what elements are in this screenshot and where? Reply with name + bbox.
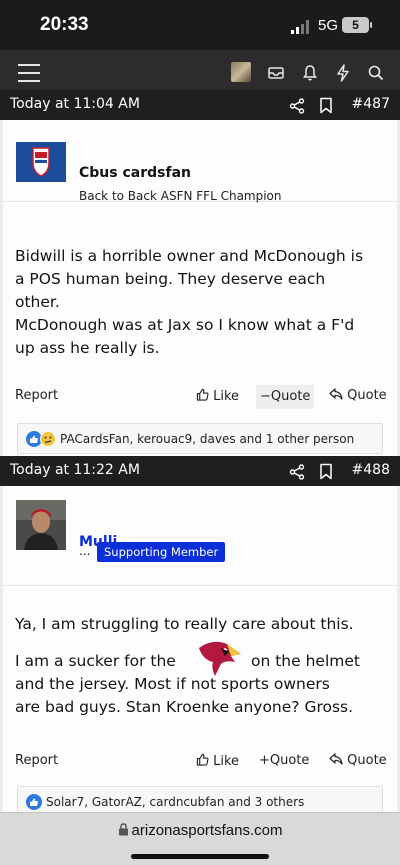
like-reaction-icon: [26, 794, 42, 810]
plus-icon: +: [259, 753, 270, 768]
post-number[interactable]: #488: [352, 462, 390, 478]
post-actions: Report Like −Quote Quote: [3, 385, 397, 409]
post-487: Today at 11:04 AM #487 Cbus cardsfan Bac…: [0, 90, 400, 461]
post-actions: Report Like +Quote Quote: [3, 750, 397, 774]
status-time: 20:33: [40, 14, 89, 35]
user-avatar[interactable]: [16, 500, 66, 550]
quote-label: Quote: [269, 753, 310, 768]
post-date[interactable]: Today at 11:22 AM: [10, 462, 140, 478]
user-info: Mulli ... Supporting Member: [3, 486, 397, 586]
bookmark-icon[interactable]: [319, 463, 333, 480]
network-type: 5G: [318, 17, 339, 34]
thumbs-up-icon: [196, 753, 209, 766]
post-number[interactable]: #487: [352, 96, 390, 112]
post-message: Ya, I am struggling to really care about…: [15, 613, 391, 719]
user-avatar[interactable]: [16, 138, 66, 188]
url-display[interactable]: arizonasportsfans.com: [0, 822, 400, 839]
username[interactable]: Cbus cardsfan: [79, 165, 191, 181]
like-label: Like: [213, 389, 240, 404]
like-button[interactable]: Like: [196, 388, 239, 404]
message-line: Bidwill is a horrible owner and McDonoug…: [15, 247, 364, 265]
thumbs-up-icon: [196, 388, 209, 401]
quote-label: Quote: [270, 389, 311, 404]
message-line: other.: [15, 293, 60, 311]
like-button[interactable]: Like: [196, 753, 239, 769]
message-line: I am a sucker for the: [15, 652, 176, 670]
reply-icon: [329, 753, 343, 765]
battery-icon: 5: [342, 17, 372, 33]
supporting-member-badge: Supporting Member: [97, 542, 226, 562]
cell-signal-icon: [291, 20, 309, 34]
user-title-prefix: ...: [79, 544, 91, 558]
hamburger-icon[interactable]: [18, 64, 40, 82]
account-avatar[interactable]: [231, 62, 251, 82]
reactions-text: PACardsFan, kerouac9, daves and 1 other …: [60, 432, 355, 446]
unquote-button[interactable]: −Quote: [256, 385, 315, 409]
bookmark-icon[interactable]: [319, 97, 333, 114]
search-icon[interactable]: [366, 63, 386, 83]
message-line: on the helmet: [251, 652, 360, 670]
message-line: McDonough was at Jax so I know what a F'…: [15, 316, 355, 334]
post-header: Today at 11:22 AM #488: [0, 456, 400, 486]
bell-icon[interactable]: [300, 63, 320, 83]
browser-address-bar[interactable]: arizonasportsfans.com: [0, 812, 400, 865]
report-button[interactable]: Report: [15, 753, 58, 768]
post-body: Mulli ... Supporting Member Ya, I am str…: [3, 486, 397, 830]
home-indicator[interactable]: [131, 854, 269, 859]
message-line: are bad guys. Stan Kroenke anyone? Gross…: [15, 698, 354, 716]
reply-label: Quote: [347, 753, 387, 768]
share-icon[interactable]: [289, 464, 305, 480]
post-date[interactable]: Today at 11:04 AM: [10, 96, 140, 112]
lock-icon: [118, 823, 128, 836]
confused-reaction-icon: [40, 431, 56, 447]
minus-icon: −: [260, 389, 271, 404]
cardinals-logo-icon: [199, 641, 241, 676]
status-bar: 20:33 5G 5: [0, 0, 400, 50]
post-message: Bidwill is a horrible owner and McDonoug…: [15, 245, 391, 360]
reply-icon: [329, 388, 343, 400]
user-info: Cbus cardsfan Back to Back ASFN FFL Cham…: [3, 120, 397, 203]
reply-quote-button[interactable]: Quote: [329, 753, 387, 768]
url-text: arizonasportsfans.com: [131, 822, 283, 839]
bolt-icon[interactable]: [333, 63, 353, 83]
report-button[interactable]: Report: [15, 388, 58, 403]
reply-label: Quote: [347, 388, 387, 403]
reply-quote-button[interactable]: Quote: [329, 388, 387, 403]
post-488: Today at 11:22 AM #488 Mulli ... Support…: [0, 456, 400, 830]
post-body: Cbus cardsfan Back to Back ASFN FFL Cham…: [3, 120, 397, 461]
post-header: Today at 11:04 AM #487: [0, 90, 400, 120]
like-label: Like: [213, 754, 240, 769]
message-line: up ass he really is.: [15, 339, 160, 357]
message-line: Ya, I am struggling to really care about…: [15, 615, 354, 633]
message-line: a POS human being. They deserve each: [15, 270, 326, 288]
user-title: Back to Back ASFN FFL Champion: [79, 189, 282, 203]
reactions-bar[interactable]: PACardsFan, kerouac9, daves and 1 other …: [17, 423, 383, 454]
multiquote-button[interactable]: +Quote: [259, 753, 309, 768]
inbox-icon[interactable]: [266, 63, 286, 83]
reactions-text: Solar7, GatorAZ, cardncubfan and 3 other…: [46, 795, 305, 809]
share-icon[interactable]: [289, 98, 305, 114]
